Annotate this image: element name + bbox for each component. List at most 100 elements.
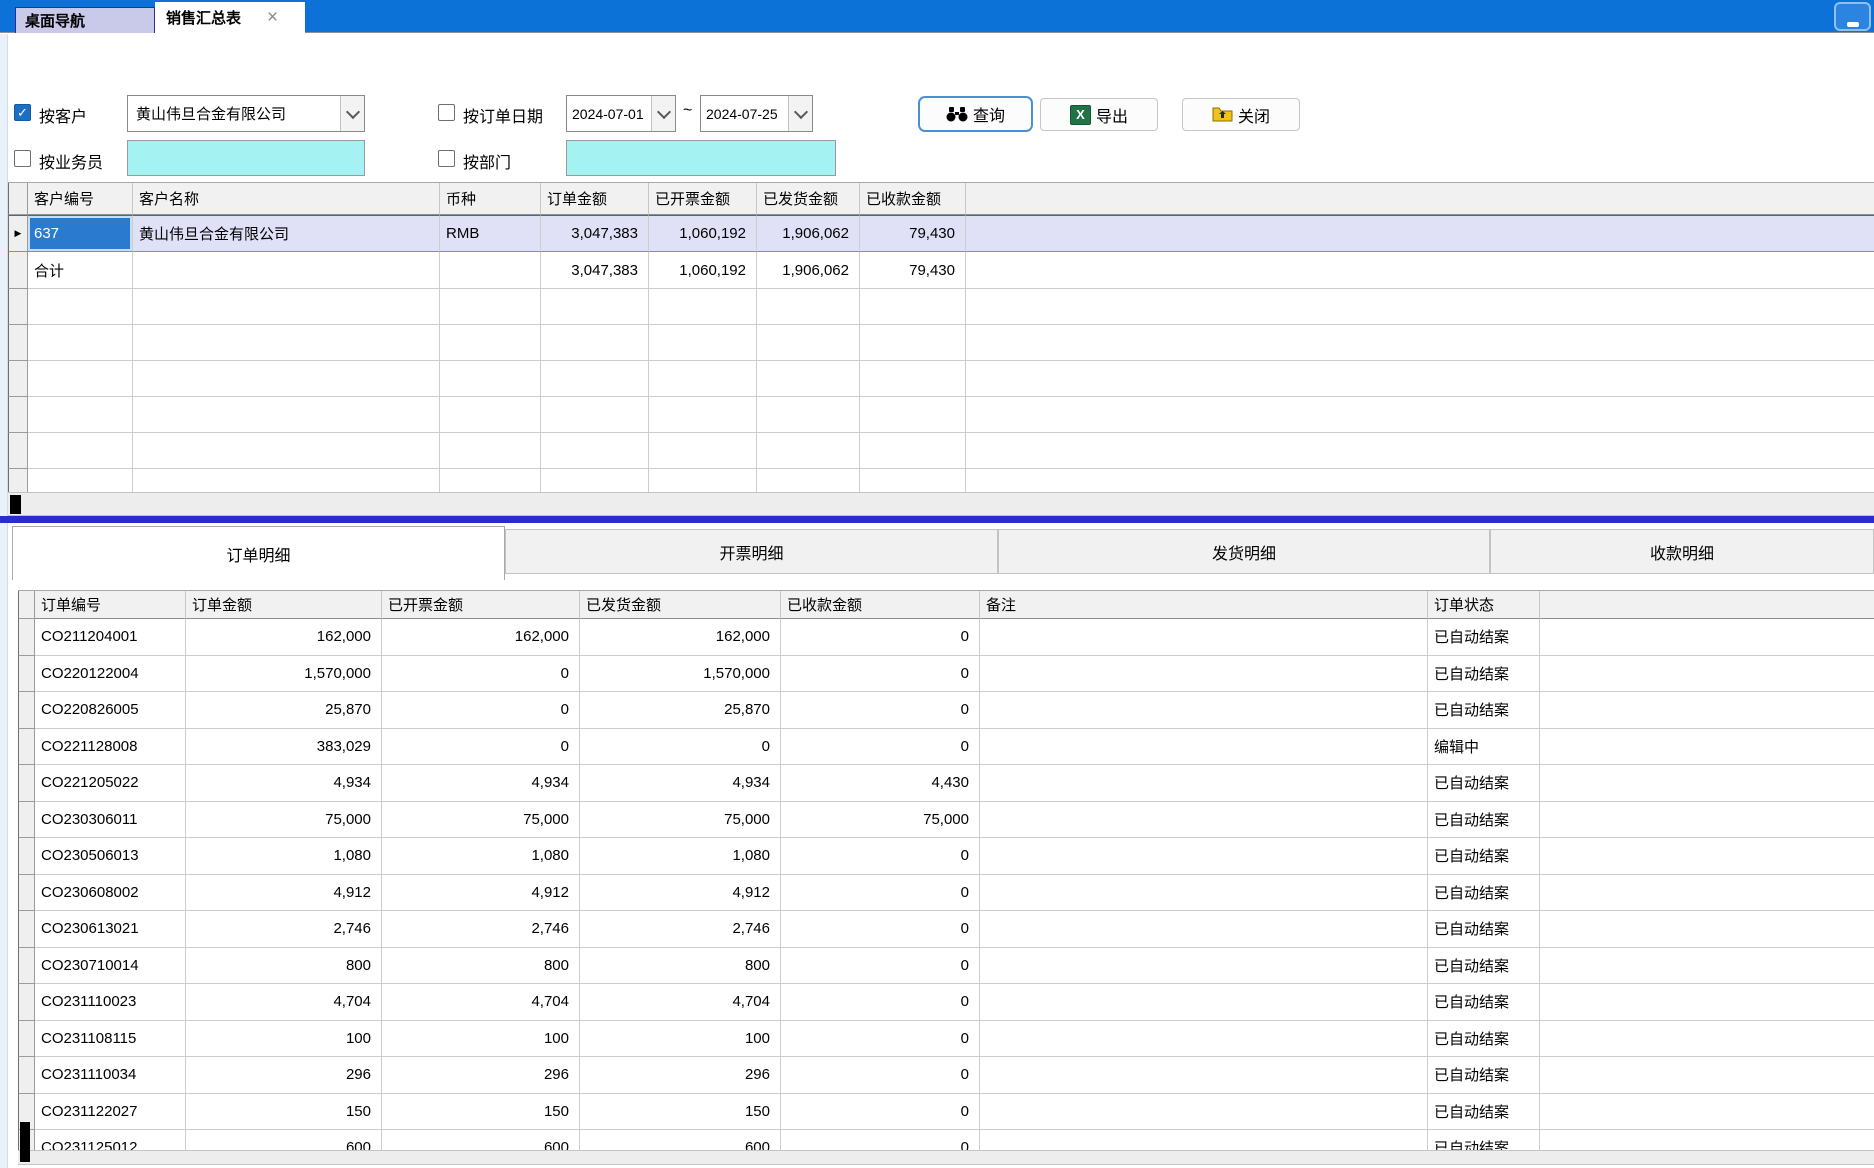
cell[interactable]: 800 <box>580 948 781 985</box>
cell[interactable]: 已自动结案 <box>1428 875 1540 912</box>
row-header[interactable] <box>18 765 35 802</box>
cell[interactable]: 已自动结案 <box>1428 656 1540 693</box>
detail-row[interactable]: CO2201220041,570,00001,570,0000已自动结案 <box>18 656 1874 693</box>
cell[interactable]: 25,870 <box>580 692 781 729</box>
cell[interactable] <box>980 838 1428 875</box>
row-header[interactable] <box>8 289 28 325</box>
cell[interactable] <box>440 397 541 433</box>
cell[interactable]: 75,000 <box>382 802 580 839</box>
cell[interactable]: 0 <box>382 692 580 729</box>
cell[interactable]: 1,060,192 <box>649 215 757 252</box>
cell[interactable]: CO230506013 <box>35 838 186 875</box>
cell[interactable] <box>28 469 133 493</box>
cell[interactable] <box>860 325 966 361</box>
detail-row[interactable]: CO2311100342962962960已自动结案 <box>18 1057 1874 1094</box>
cell[interactable]: 4,704 <box>382 984 580 1021</box>
cell[interactable]: 已自动结案 <box>1428 765 1540 802</box>
cell[interactable] <box>757 325 860 361</box>
cell[interactable]: 0 <box>580 729 781 766</box>
cell[interactable]: 75,000 <box>781 802 980 839</box>
cell[interactable]: CO231122027 <box>35 1094 186 1131</box>
cell[interactable]: 4,912 <box>382 875 580 912</box>
row-header[interactable] <box>18 911 35 948</box>
cell[interactable] <box>980 656 1428 693</box>
export-button[interactable]: X 导出 <box>1040 98 1158 131</box>
cell[interactable]: 2,746 <box>382 911 580 948</box>
detail-row[interactable]: CO221128008383,029000编辑中 <box>18 729 1874 766</box>
cell[interactable]: 100 <box>382 1021 580 1058</box>
cell[interactable]: 0 <box>781 619 980 656</box>
detail-row[interactable]: CO2311220271501501500已自动结案 <box>18 1094 1874 1131</box>
cell[interactable] <box>133 469 440 493</box>
cell[interactable]: 0 <box>781 875 980 912</box>
cell[interactable] <box>133 289 440 325</box>
cell[interactable] <box>440 433 541 469</box>
cell[interactable] <box>860 433 966 469</box>
filter-salesperson-checkbox[interactable] <box>14 150 31 167</box>
cell[interactable]: 296 <box>580 1057 781 1094</box>
cell[interactable] <box>28 289 133 325</box>
cell[interactable]: CO231125012 <box>35 1130 186 1151</box>
cell[interactable]: 162,000 <box>580 619 781 656</box>
cell[interactable]: 4,704 <box>186 984 382 1021</box>
chevron-down-icon[interactable] <box>340 96 364 131</box>
cell[interactable]: 75,000 <box>186 802 382 839</box>
cell[interactable] <box>28 433 133 469</box>
cell[interactable]: CO231110034 <box>35 1057 186 1094</box>
cell[interactable] <box>28 325 133 361</box>
cell[interactable]: 383,029 <box>186 729 382 766</box>
splitter-bar[interactable] <box>0 516 1874 523</box>
detail-horizontal-scrollbar[interactable] <box>18 1150 1874 1165</box>
cell[interactable] <box>440 289 541 325</box>
cell[interactable] <box>860 469 966 493</box>
minimize-button[interactable] <box>1834 2 1871 31</box>
cell[interactable]: 25,870 <box>186 692 382 729</box>
cell[interactable]: 0 <box>781 729 980 766</box>
cell[interactable]: CO221128008 <box>35 729 186 766</box>
detail-row[interactable]: CO2311081151001001000已自动结案 <box>18 1021 1874 1058</box>
summary-empty-row[interactable] <box>8 325 1874 361</box>
cell[interactable]: 已自动结案 <box>1428 984 1540 1021</box>
cell[interactable]: CO230710014 <box>35 948 186 985</box>
cell[interactable]: 0 <box>781 911 980 948</box>
close-icon[interactable]: × <box>267 8 278 27</box>
cell[interactable]: 0 <box>781 1021 980 1058</box>
cell[interactable]: 已自动结案 <box>1428 911 1540 948</box>
summary-empty-row[interactable] <box>8 289 1874 325</box>
cell[interactable] <box>440 469 541 493</box>
tab-receipt-detail[interactable]: 收款明细 <box>1490 529 1874 574</box>
cell[interactable] <box>980 729 1428 766</box>
cell[interactable]: 600 <box>382 1130 580 1151</box>
cell[interactable] <box>28 361 133 397</box>
cell[interactable] <box>980 1057 1428 1094</box>
cell[interactable] <box>980 911 1428 948</box>
row-header[interactable] <box>8 469 28 493</box>
cell[interactable] <box>649 397 757 433</box>
row-header[interactable] <box>8 252 28 289</box>
summary-row[interactable]: ▶637黄山伟旦合金有限公司RMB3,047,3831,060,1921,906… <box>8 215 1874 252</box>
row-header[interactable] <box>8 361 28 397</box>
cell[interactable] <box>980 984 1428 1021</box>
cell[interactable]: 1,570,000 <box>580 656 781 693</box>
cell[interactable]: 296 <box>382 1057 580 1094</box>
cell[interactable]: 0 <box>382 656 580 693</box>
cell[interactable]: 1,080 <box>382 838 580 875</box>
cell[interactable] <box>541 433 649 469</box>
cell[interactable] <box>541 289 649 325</box>
cell[interactable] <box>649 469 757 493</box>
row-header[interactable] <box>8 325 28 361</box>
cell[interactable] <box>649 361 757 397</box>
cell[interactable]: CO230613021 <box>35 911 186 948</box>
detail-scrollbar-thumb[interactable] <box>20 1122 30 1162</box>
cell[interactable]: 已自动结案 <box>1428 1130 1540 1151</box>
cell[interactable] <box>133 325 440 361</box>
cell[interactable] <box>860 289 966 325</box>
cell[interactable] <box>649 433 757 469</box>
cell[interactable]: 150 <box>382 1094 580 1131</box>
cell[interactable]: 1,060,192 <box>649 252 757 289</box>
cell[interactable]: 0 <box>781 1057 980 1094</box>
cell[interactable]: CO220826005 <box>35 692 186 729</box>
cell[interactable]: 1,080 <box>186 838 382 875</box>
cell[interactable] <box>440 361 541 397</box>
cell[interactable]: 1,906,062 <box>757 252 860 289</box>
